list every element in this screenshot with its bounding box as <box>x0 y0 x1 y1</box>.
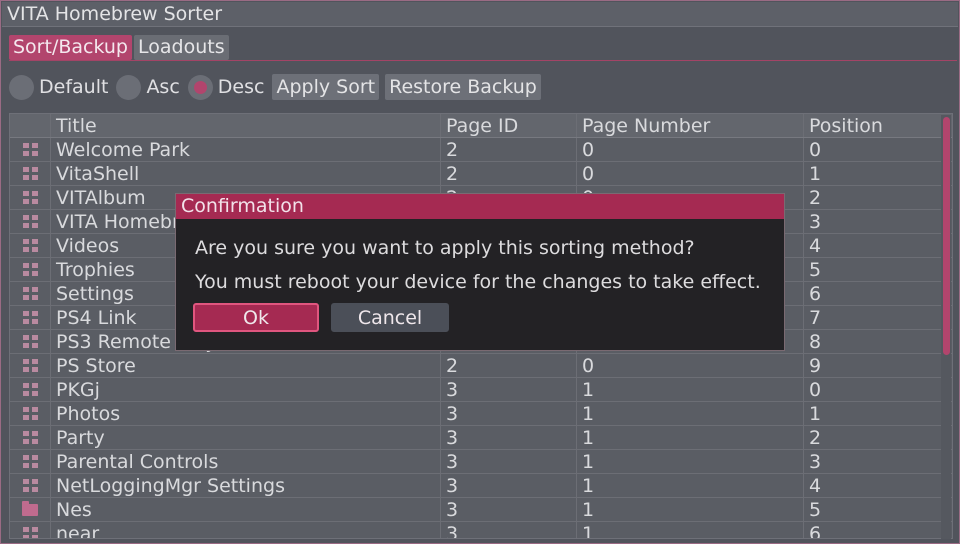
modal-overlay: Confirmation Are you sure you want to ap… <box>0 0 960 544</box>
confirmation-dialog: Confirmation Are you sure you want to ap… <box>175 193 785 351</box>
dialog-message-line2: You must reboot your device for the chan… <box>195 271 761 293</box>
dialog-title: Confirmation <box>176 194 784 219</box>
cancel-button[interactable]: Cancel <box>331 303 449 332</box>
dialog-message-line1: Are you sure you want to apply this sort… <box>195 237 695 259</box>
dialog-buttons: Ok Cancel <box>193 303 449 332</box>
ok-button[interactable]: Ok <box>193 303 319 332</box>
